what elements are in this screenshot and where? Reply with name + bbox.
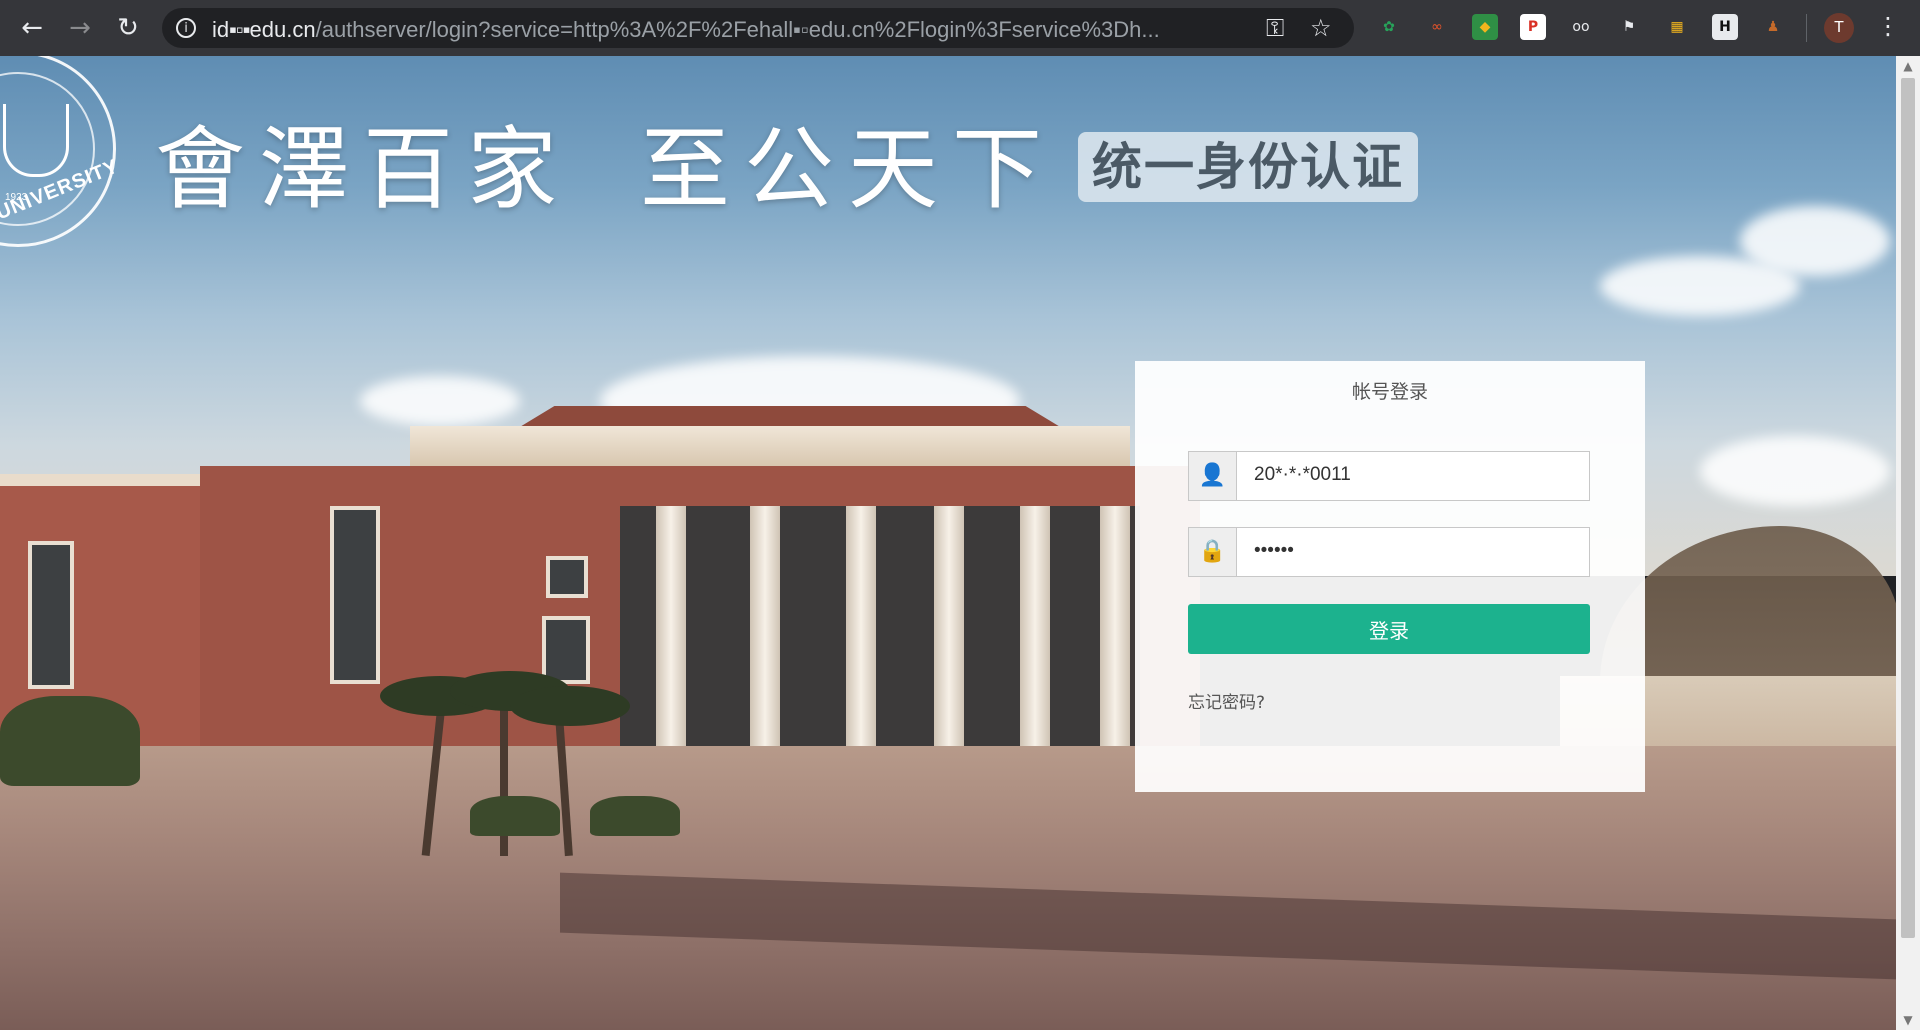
- toolbar-separator: [1806, 14, 1807, 42]
- column: [750, 506, 780, 746]
- url-tail: edu.cn%2Flogin%3Fservice%3Dh...: [808, 17, 1160, 42]
- lock-icon: 🔒: [1189, 528, 1237, 576]
- auth-badge: 统一身份认证: [1078, 132, 1418, 202]
- scroll-down-icon[interactable]: ▼: [1896, 1010, 1920, 1030]
- window: [28, 541, 74, 689]
- building-cornice: [410, 426, 1130, 466]
- url-prefix: id: [212, 17, 230, 42]
- grid-extension-icon[interactable]: ▦: [1664, 14, 1690, 40]
- url-host: edu.cn: [249, 17, 316, 42]
- login-panel: 帐号登录 👤 🔒 登录 忘记密码?: [1135, 361, 1645, 792]
- column: [934, 506, 964, 746]
- slogan-part1: 會澤百家: [155, 117, 571, 222]
- scroll-up-icon[interactable]: ▲: [1896, 56, 1920, 76]
- address-bar[interactable]: i id▪▫▪edu.cn/authserver/login?service=h…: [162, 8, 1354, 48]
- url-redacted-2: ▪▫: [793, 17, 809, 42]
- url-redacted-1: ▪▫▪: [229, 17, 250, 42]
- cloud: [1740, 206, 1890, 276]
- colorful-extension-icon[interactable]: ◆: [1472, 14, 1498, 40]
- palm-fronds: [510, 686, 630, 726]
- back-icon[interactable]: ←: [16, 12, 48, 44]
- login-title: 帐号登录: [1351, 381, 1428, 403]
- username-field: 👤: [1188, 451, 1590, 501]
- forward-icon[interactable]: →: [64, 12, 96, 44]
- page-background: 1923 UNIVERSITY 會澤百家 至公天下 统一身份认证 帐号登录 👤 …: [0, 56, 1896, 1030]
- login-button[interactable]: 登录: [1188, 604, 1590, 654]
- scrollbar[interactable]: ▲ ▼: [1896, 56, 1920, 1030]
- column: [846, 506, 876, 746]
- pdf-extension-icon[interactable]: P: [1520, 14, 1546, 40]
- building-portico: [620, 506, 1140, 746]
- hedge: [0, 696, 140, 786]
- browser-toolbar: ← → ↻ i id▪▫▪edu.cn/authserver/login?ser…: [0, 0, 1920, 56]
- bookmark-extension-icon[interactable]: ⚑: [1616, 14, 1642, 40]
- figure-extension-icon[interactable]: ♟: [1760, 14, 1786, 40]
- column: [656, 506, 686, 746]
- url-path: /authserver/login?service=http%3A%2F%2Fe…: [315, 17, 794, 42]
- column: [1020, 506, 1050, 746]
- cloud: [1700, 436, 1890, 506]
- star-icon[interactable]: ☆: [1310, 14, 1332, 42]
- window: [542, 616, 590, 684]
- profile-avatar[interactable]: T: [1824, 13, 1854, 43]
- url-text[interactable]: id▪▫▪edu.cn/authserver/login?service=htt…: [212, 17, 1160, 43]
- scroll-thumb[interactable]: [1901, 78, 1915, 938]
- forgot-password-link[interactable]: 忘记密码?: [1188, 688, 1265, 713]
- hedge: [470, 796, 560, 836]
- green-circle-extension-icon[interactable]: ✿: [1376, 14, 1402, 40]
- h-extension-icon[interactable]: H: [1712, 14, 1738, 40]
- more-vert-icon[interactable]: ⋮: [1876, 12, 1900, 40]
- password-field: 🔒: [1188, 527, 1590, 577]
- user-icon: 👤: [1189, 452, 1237, 500]
- logo-building-emblem: [3, 104, 69, 177]
- key-icon[interactable]: ⚿: [1266, 14, 1284, 42]
- password-input[interactable]: [1238, 528, 1586, 574]
- username-input[interactable]: [1238, 452, 1586, 498]
- window: [546, 556, 588, 598]
- glasses-extension-icon[interactable]: oo: [1568, 14, 1594, 40]
- column: [1100, 506, 1130, 746]
- slogan-part2: 至公天下: [640, 117, 1056, 222]
- window: [330, 506, 380, 684]
- info-icon[interactable]: i: [176, 18, 196, 38]
- hedge: [590, 796, 680, 836]
- infinity-extension-icon[interactable]: ∞: [1424, 14, 1450, 40]
- reload-icon[interactable]: ↻: [112, 12, 144, 44]
- cloud: [360, 376, 520, 426]
